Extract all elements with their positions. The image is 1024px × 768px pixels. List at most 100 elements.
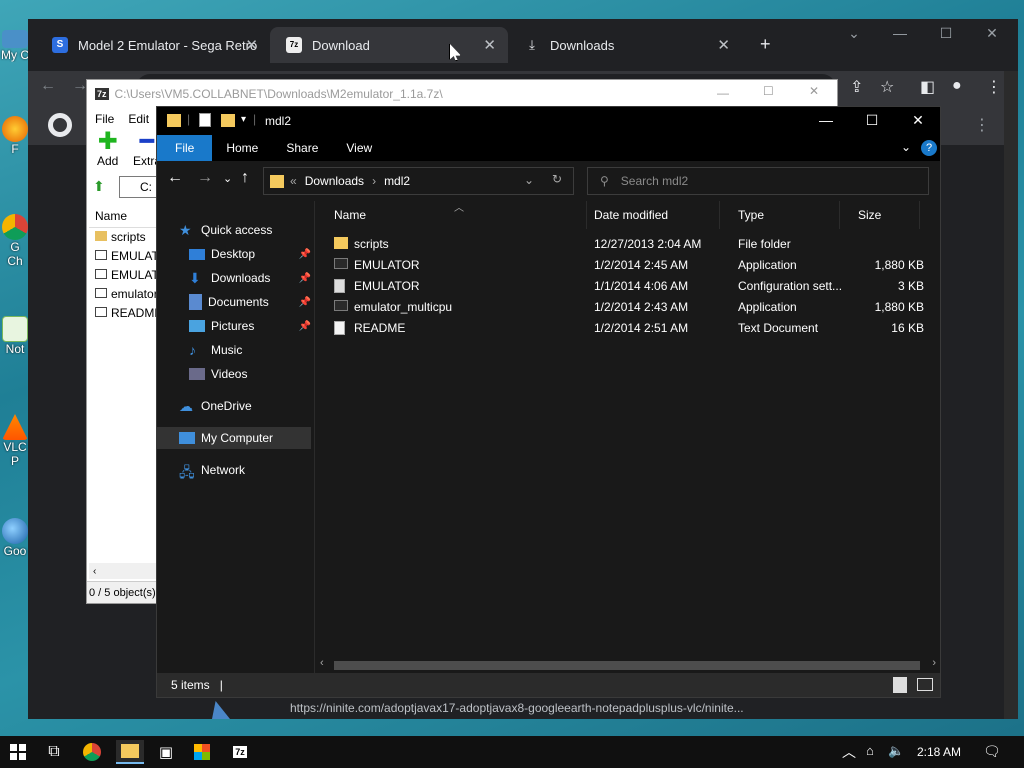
chevron-right-icon[interactable]: › <box>932 657 936 669</box>
forward-icon[interactable]: → <box>197 169 213 187</box>
file-explorer-icon[interactable] <box>116 740 144 764</box>
chevron-left-icon[interactable]: ‹ <box>93 566 96 577</box>
list-item[interactable]: EMULATOR <box>89 266 159 285</box>
maximize-button[interactable]: ☐ <box>763 84 774 98</box>
start-icon[interactable] <box>6 740 30 764</box>
chevron-down-icon[interactable]: ⌄ <box>901 140 911 154</box>
tab-file[interactable]: File <box>157 135 213 161</box>
list-item[interactable]: emulator <box>89 285 159 304</box>
column-header-name[interactable]: Name <box>316 201 587 229</box>
tab-share[interactable]: Share <box>272 135 332 161</box>
volume-icon[interactable]: 🔈 <box>888 743 904 759</box>
details-view-icon[interactable] <box>893 677 907 693</box>
side-panel-icon[interactable]: ◧ <box>920 77 935 97</box>
table-row[interactable]: scripts 12/27/2013 2:04 AM File folder <box>316 234 940 255</box>
close-icon[interactable]: ✕ <box>483 36 496 54</box>
list-item[interactable]: README <box>89 304 159 323</box>
tab-downloads[interactable]: ⤓ Downloads ✕ <box>508 27 742 63</box>
back-icon[interactable]: ← <box>40 77 56 95</box>
refresh-icon[interactable]: ↻ <box>552 172 562 186</box>
sidebar-item-desktop[interactable]: Desktop 📌 <box>189 243 311 265</box>
network-status-icon[interactable]: ⌂ <box>866 743 874 758</box>
column-header-name[interactable]: Name <box>89 204 159 228</box>
desktop-icon-my-computer[interactable]: My C <box>0 30 30 62</box>
column-header-size[interactable]: Size <box>840 201 920 229</box>
sidebar-item-music[interactable]: ♪ Music <box>189 339 242 361</box>
pin-icon[interactable]: 📌 <box>299 321 311 332</box>
sidebar-item-documents[interactable]: Documents 📌 <box>189 291 311 313</box>
desktop-icon-firefox[interactable]: F <box>0 116 30 156</box>
desktop-icon-google-earth[interactable]: Goo <box>0 518 30 558</box>
sidebar-item-quick-access[interactable]: ★ Quick access <box>179 219 272 241</box>
chevron-right-icon[interactable]: › <box>372 174 376 188</box>
tab-download[interactable]: 7z Download ✕ <box>270 27 508 63</box>
minimize-button[interactable]: — <box>880 25 920 41</box>
pin-icon[interactable]: 📌 <box>299 273 311 284</box>
properties-icon[interactable] <box>199 113 211 127</box>
tab-view[interactable]: View <box>332 135 386 161</box>
scrollbar-thumb[interactable] <box>334 661 920 670</box>
maximize-button[interactable]: ☐ <box>926 25 966 42</box>
column-header-type[interactable]: Type <box>720 201 840 229</box>
sidebar-item-onedrive[interactable]: ☁ OneDrive <box>179 395 252 417</box>
sidebar-item-downloads[interactable]: ⬇ Downloads 📌 <box>189 267 311 289</box>
pin-icon[interactable]: 📌 <box>299 249 311 260</box>
breadcrumb-overflow[interactable]: « <box>290 174 297 188</box>
pin-icon[interactable]: 📌 <box>299 297 311 308</box>
close-icon[interactable]: ✕ <box>717 36 730 54</box>
table-row[interactable]: EMULATOR 1/2/2014 2:45 AM Application 1,… <box>316 255 940 276</box>
clock[interactable]: 2:18 AM <box>917 745 961 759</box>
tab-home[interactable]: Home <box>212 135 272 161</box>
desktop-icon-vlc[interactable]: VLC P <box>0 414 30 468</box>
bookmark-star-icon[interactable]: ☆ <box>880 77 894 97</box>
search-input[interactable]: ⚲ Search mdl2 <box>587 167 929 195</box>
maximize-button[interactable]: ☐ <box>849 112 895 129</box>
menu-edit[interactable]: Edit <box>128 112 149 126</box>
notifications-icon[interactable]: 🗨 <box>983 743 1001 760</box>
table-row[interactable]: emulator_multicpu 1/2/2014 2:43 AM Appli… <box>316 297 940 318</box>
tab-model2-emulator[interactable]: S Model 2 Emulator - Sega Retro ✕ <box>36 27 270 63</box>
share-icon[interactable]: ⇪ <box>850 77 863 97</box>
help-icon[interactable]: ? <box>921 140 937 156</box>
up-folder-icon[interactable]: ⬆ <box>93 178 105 195</box>
back-icon[interactable]: ← <box>167 169 183 187</box>
sidebar-item-network[interactable]: 🖧 Network <box>179 459 245 481</box>
recent-locations-icon[interactable]: ⌄ <box>223 172 232 185</box>
camera-app-icon[interactable]: ▣ <box>154 740 178 764</box>
minimize-button[interactable]: — <box>717 86 729 100</box>
7zip-hscroll[interactable]: ‹ <box>89 563 157 579</box>
customize-dropdown-icon[interactable]: ▾ <box>241 114 246 125</box>
sidebar-item-videos[interactable]: Videos <box>189 363 247 385</box>
large-icons-view-icon[interactable] <box>917 678 933 691</box>
horizontal-scrollbar[interactable]: ‹ › <box>316 657 940 673</box>
table-row[interactable]: EMULATOR 1/1/2014 4:06 AM Configuration … <box>316 276 940 297</box>
chevron-down-icon[interactable]: ⌄ <box>834 25 874 42</box>
chrome-icon[interactable] <box>80 740 104 764</box>
more-menu-icon[interactable]: ⋮ <box>986 77 1002 97</box>
sidebar-item-pictures[interactable]: Pictures 📌 <box>189 315 311 337</box>
desktop-icon-notepad[interactable]: Not <box>0 316 30 356</box>
close-button[interactable]: ✕ <box>895 112 941 129</box>
add-button[interactable]: ✚ Add <box>97 130 118 169</box>
sidebar-item-my-computer[interactable]: My Computer <box>157 427 311 449</box>
table-row[interactable]: README 1/2/2014 2:51 AM Text Document 16… <box>316 318 940 339</box>
profile-icon[interactable]: ● <box>952 77 962 95</box>
breadcrumb-mdl2[interactable]: mdl2 <box>384 174 410 188</box>
chevron-left-icon[interactable]: ‹ <box>320 657 324 669</box>
chrome-scrollbar[interactable] <box>1004 71 1018 719</box>
chevron-up-icon[interactable]: ︿ <box>842 742 856 762</box>
breadcrumb-downloads[interactable]: Downloads <box>305 174 364 188</box>
list-item[interactable]: EMULATOR <box>89 247 159 266</box>
minimize-button[interactable]: — <box>803 112 849 128</box>
close-icon[interactable]: ✕ <box>245 36 258 54</box>
chevron-down-icon[interactable]: ⌄ <box>524 173 534 187</box>
close-button[interactable]: ✕ <box>809 84 819 98</box>
7zip-icon[interactable]: 7z <box>228 740 252 764</box>
up-icon[interactable]: ↑ <box>241 169 249 187</box>
menu-file[interactable]: File <box>95 112 114 126</box>
address-bar[interactable]: « Downloads › mdl2 ⌄ ↻ <box>263 167 574 195</box>
column-header-date-modified[interactable]: Date modified <box>576 201 720 229</box>
new-folder-icon[interactable] <box>221 114 235 127</box>
store-icon[interactable] <box>190 740 214 764</box>
list-item[interactable]: scripts <box>89 228 159 247</box>
